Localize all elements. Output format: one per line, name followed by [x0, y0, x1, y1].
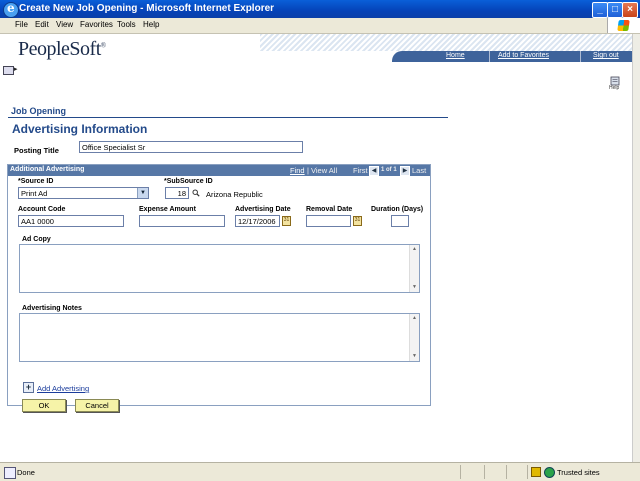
status-divider: [506, 465, 507, 479]
scroll-up-icon[interactable]: ▲: [411, 246, 418, 253]
additional-advertising-grid: Additional Advertising Find | View All F…: [7, 164, 431, 406]
lookup-icon[interactable]: [192, 189, 200, 197]
minimize-button[interactable]: _: [592, 2, 608, 18]
scroll-down-icon[interactable]: ▼: [411, 284, 418, 291]
nav-divider: [489, 51, 490, 62]
grid-header: Additional Advertising Find | View All F…: [8, 165, 430, 176]
advertising-notes-label: Advertising Notes: [22, 305, 82, 312]
menu-help[interactable]: Help: [143, 20, 159, 29]
ad-copy-label: Ad Copy: [22, 236, 51, 243]
page-title: Advertising Information: [12, 122, 148, 136]
first-link[interactable]: First: [353, 166, 368, 175]
subsource-description: Arizona Republic: [206, 190, 263, 199]
ad-copy-scrollbar[interactable]: ▲ ▼: [409, 245, 419, 292]
status-divider: [527, 465, 528, 479]
advertising-notes-scrollbar[interactable]: ▲ ▼: [409, 314, 419, 361]
menu-file[interactable]: File: [15, 20, 28, 29]
duration-label: Duration (Days): [371, 206, 424, 213]
close-button[interactable]: ×: [622, 2, 638, 18]
internet-explorer-icon: [3, 1, 19, 18]
account-code-field[interactable]: AA1 0000: [18, 215, 124, 227]
menu-bar: File Edit View Favorites Tools Help: [0, 18, 640, 34]
removal-date-label: Removal Date: [306, 206, 353, 213]
calendar-icon[interactable]: 31: [353, 216, 362, 226]
component-label: Job Opening: [11, 106, 66, 116]
page-scrollbar[interactable]: [632, 34, 640, 462]
posting-title-field[interactable]: Office Specialist Sr: [79, 141, 303, 153]
menu-collapse-icon[interactable]: [3, 66, 14, 75]
scroll-down-icon[interactable]: ▼: [411, 353, 418, 360]
account-code-label: Account Code: [18, 206, 66, 213]
subsource-id-field[interactable]: 18: [165, 187, 189, 199]
page-done-icon: [4, 467, 16, 479]
header-stripe: [260, 34, 632, 51]
maximize-button[interactable]: □: [607, 2, 623, 18]
subsource-id-label: *SubSource ID: [164, 178, 213, 185]
status-text: Done: [17, 468, 35, 477]
expand-arrow-icon[interactable]: ▸: [14, 65, 18, 73]
expense-amount-label: Expense Amount: [139, 206, 196, 213]
peoplesoft-logo: PeopleSoft®: [18, 38, 106, 60]
source-id-select[interactable]: Print Ad ▼: [18, 187, 149, 199]
section-divider: [8, 117, 448, 118]
window-title: Create New Job Opening - Microsoft Inter…: [19, 3, 275, 14]
advertising-date-label: Advertising Date: [235, 206, 291, 213]
view-all-link[interactable]: View All: [311, 166, 337, 175]
chevron-down-icon[interactable]: ▼: [137, 188, 148, 198]
nav-divider: [580, 51, 581, 62]
add-to-favorites-link[interactable]: Add to Favorites: [498, 52, 549, 59]
row-count: 1 of 1: [381, 167, 397, 173]
status-divider: [484, 465, 485, 479]
menu-view[interactable]: View: [56, 20, 73, 29]
add-icon[interactable]: +: [23, 382, 34, 393]
ok-button[interactable]: OK: [22, 399, 66, 412]
grid-link-separator: |: [307, 166, 309, 175]
previous-row-button[interactable]: ◀: [369, 166, 379, 176]
cancel-button[interactable]: Cancel: [75, 399, 119, 412]
calendar-icon[interactable]: 31: [282, 216, 291, 226]
add-advertising-link[interactable]: Add Advertising: [37, 384, 89, 393]
source-id-value: Print Ad: [21, 189, 48, 198]
removal-date-field[interactable]: [306, 215, 351, 227]
windows-logo-icon: [607, 18, 640, 33]
expense-amount-field[interactable]: [139, 215, 225, 227]
help-label: Help: [609, 85, 620, 91]
status-bar: Done Trusted sites: [0, 462, 640, 481]
menu-favorites[interactable]: Favorites: [80, 20, 113, 29]
grid-body: *Source ID Print Ad ▼ *SubSource ID 18 A…: [8, 176, 430, 405]
browser-content: PeopleSoft® Home Add to Favorites Sign o…: [0, 34, 632, 462]
source-id-label: *Source ID: [18, 178, 54, 185]
duration-field[interactable]: [391, 215, 409, 227]
lock-icon: [531, 467, 541, 477]
trusted-zone-icon: [544, 467, 555, 478]
universal-nav-bar: Home Add to Favorites Sign out: [392, 51, 632, 62]
window-title-bar[interactable]: Create New Job Opening - Microsoft Inter…: [0, 0, 640, 18]
scroll-up-icon[interactable]: ▲: [411, 315, 418, 322]
menu-tools[interactable]: Tools: [117, 20, 136, 29]
advertising-notes-textarea[interactable]: ▲ ▼: [19, 313, 420, 362]
sign-out-link[interactable]: Sign out: [593, 52, 619, 59]
find-link[interactable]: Find: [290, 166, 305, 175]
grid-title: Additional Advertising: [10, 166, 85, 173]
home-link[interactable]: Home: [446, 52, 465, 59]
last-link[interactable]: Last: [412, 166, 426, 175]
menu-edit[interactable]: Edit: [35, 20, 49, 29]
ad-copy-textarea[interactable]: ▲ ▼: [19, 244, 420, 293]
advertising-date-field[interactable]: 12/17/2006: [235, 215, 280, 227]
posting-title-label: Posting Title: [14, 146, 59, 155]
status-divider: [460, 465, 461, 479]
next-row-button[interactable]: ▶: [400, 166, 410, 176]
security-zone-text: Trusted sites: [557, 468, 600, 477]
